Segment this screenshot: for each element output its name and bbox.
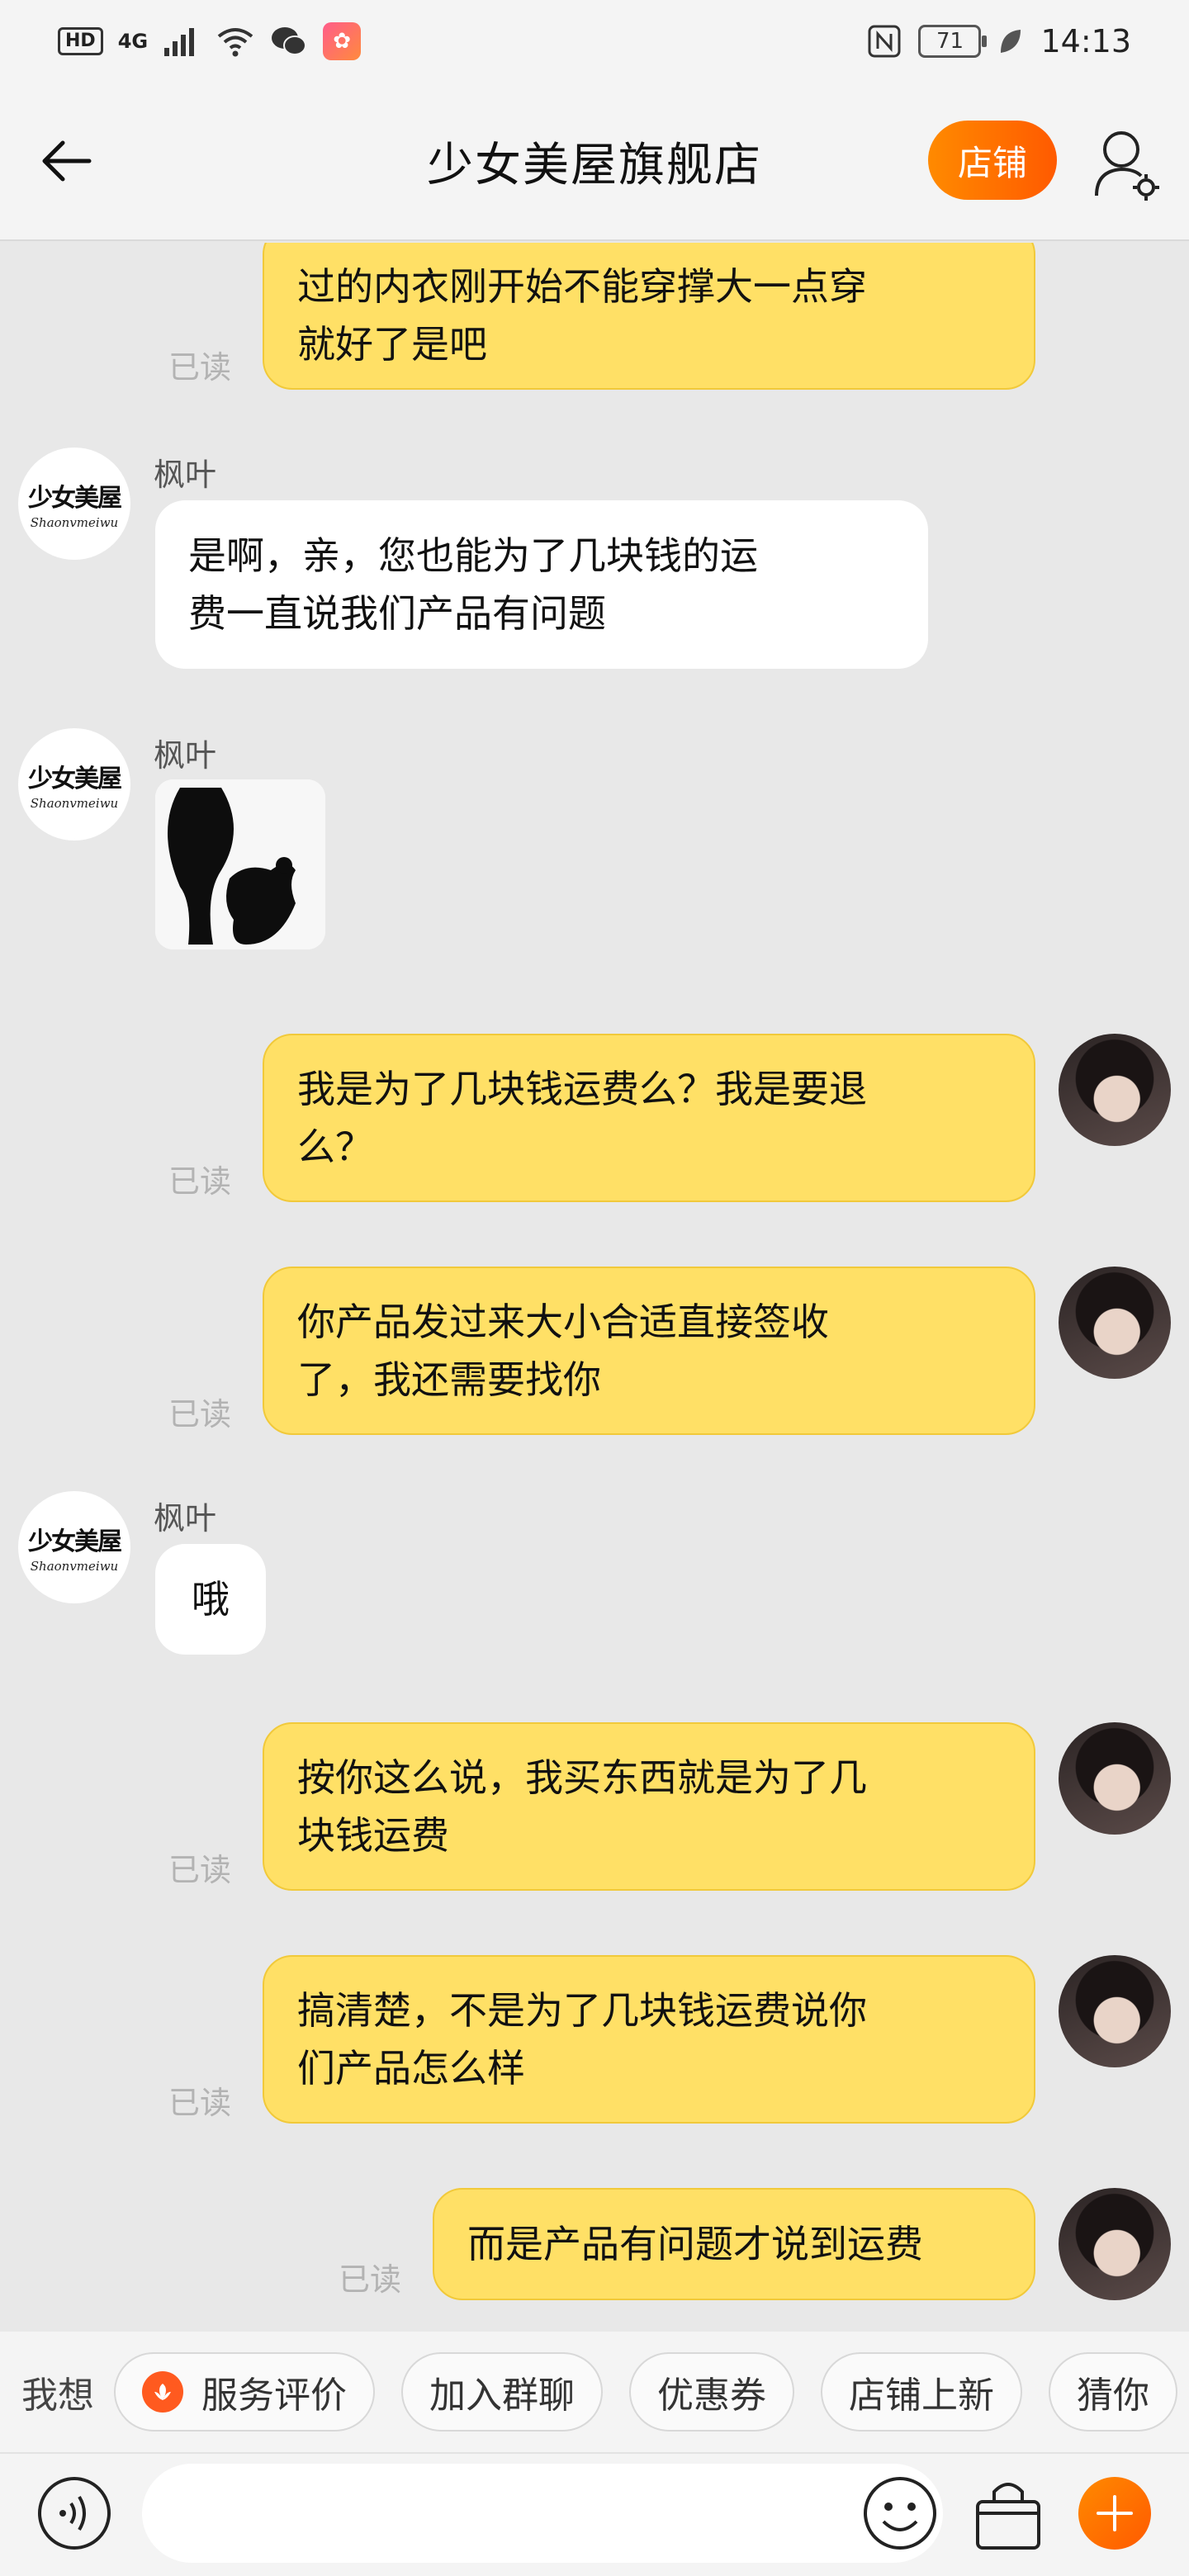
message-text-line: 而是产品有问题才说到运费 [467,2222,923,2266]
quick-reply-bar[interactable]: 我想 服务评价 加入群聊 优惠券 店铺上新 猜你 [0,2332,1189,2452]
sticker-silhouette-icon [155,779,325,949]
read-receipt: 已读 [168,1396,232,1432]
sender-name: 枫叶 [154,1500,217,1537]
shop-avatar[interactable]: 少女美屋 Shaonvmeiwu [18,728,130,841]
read-receipt: 已读 [168,1163,232,1200]
my-avatar[interactable] [1059,1955,1171,2067]
emoji-button[interactable] [860,2474,940,2553]
chip-join-group[interactable]: 加入群聊 [401,2352,603,2432]
message-text-line: 了，我还需要找你 [297,1357,601,1402]
plus-icon [1097,2495,1133,2531]
message-input[interactable] [142,2464,943,2563]
message-bubble-mine[interactable]: 你产品发过来大小合适直接签收 了，我还需要找你 [263,1267,1035,1435]
sender-name: 枫叶 [154,457,217,493]
voice-button[interactable] [36,2475,112,2551]
chip-guess[interactable]: 猜你 [1049,2352,1177,2432]
message-text-line: 我是为了几块钱运费么？我是要退 [297,1067,867,1111]
nfc-icon [868,25,901,58]
app-notification-icon: ✿ [323,22,362,60]
message-text-line: 哦 [192,1577,230,1622]
user-settings-icon [1095,131,1159,201]
sticker-image[interactable] [155,779,325,949]
my-avatar[interactable] [1059,1034,1171,1146]
chip-label: 猜你 [1077,2375,1149,2417]
my-avatar[interactable] [1059,1267,1171,1379]
network-4g-indicator: 4G [118,30,148,53]
shop-logo-subtext: Shaonvmeiwu [30,515,119,530]
chip-new-arrivals[interactable]: 店铺上新 [821,2352,1022,2432]
chip-label: 优惠券 [657,2375,766,2417]
more-button[interactable] [1078,2477,1151,2550]
shop-avatar[interactable]: 少女美屋 Shaonvmeiwu [18,447,130,560]
chip-label: 店铺上新 [849,2375,994,2417]
message-bubble-mine[interactable]: 按你这么说，我买东西就是为了几 块钱运费 [263,1722,1035,1891]
voice-icon [38,2477,111,2550]
message-text-line: 就好了是吧 [297,322,487,367]
shopping-bag-icon [976,2483,1040,2550]
chip-label: 加入群聊 [429,2375,575,2417]
signal-icon [164,28,195,56]
message-bubble-mine[interactable]: 过的内衣刚开始不能穿撑大一点穿 就好了是吧 [263,243,1035,390]
message-text-line: 搞清楚，不是为了几块钱运费说你 [297,1988,867,2033]
message-text-line: 块钱运费 [297,1813,449,1858]
status-bar: HD 4G ✿ 71 14:13 [0,0,1189,83]
product-button[interactable] [971,2474,1045,2553]
message-bubble-theirs[interactable]: 哦 [155,1544,266,1655]
input-bar [0,2452,1189,2576]
message-text-line: 们产品怎么样 [297,2046,525,2091]
shop-avatar[interactable]: 少女美屋 Shaonvmeiwu [18,1491,130,1603]
message-text-line: 过的内衣刚开始不能穿撑大一点穿 [297,264,867,309]
read-receipt: 已读 [168,1852,232,1888]
shop-logo-subtext: Shaonvmeiwu [30,1559,119,1574]
review-icon [142,2371,183,2413]
my-avatar[interactable] [1059,2188,1171,2300]
read-receipt: 已读 [339,2261,402,2298]
profile-settings-button[interactable] [1087,124,1166,203]
arrow-left-icon [42,140,92,182]
shop-button[interactable]: 店铺 [928,121,1057,200]
message-bubble-mine[interactable]: 搞清楚，不是为了几块钱运费说你 们产品怎么样 [263,1955,1035,2124]
clock: 14:13 [1040,23,1131,59]
emoji-icon [864,2477,936,2550]
quick-bar-label: 我想 [21,2375,94,2417]
shop-logo-text: 少女美屋 [28,1527,122,1556]
battery-indicator: 71 [918,25,988,58]
chat-header: 少女美屋旗舰店 店铺 [0,83,1189,241]
message-text-line: 按你这么说，我买东西就是为了几 [297,1755,867,1800]
shop-logo-subtext: Shaonvmeiwu [30,796,119,811]
chip-coupon[interactable]: 优惠券 [629,2352,794,2432]
back-button[interactable] [33,128,99,194]
message-text-line: 么？ [297,1125,373,1169]
message-bubble-theirs[interactable]: 是啊，亲，您也能为了几块钱的运 费一直说我们产品有问题 [155,500,928,669]
chip-label: 服务评价 [201,2375,347,2417]
sender-name: 枫叶 [154,737,217,774]
wifi-icon [217,28,253,57]
hd-indicator: HD [58,27,103,55]
read-receipt: 已读 [168,2085,232,2121]
wechat-icon [272,27,307,55]
chat-message-list[interactable]: 过的内衣刚开始不能穿撑大一点穿 就好了是吧 已读 少女美屋 Shaonvmeiw… [0,243,1189,2332]
my-avatar[interactable] [1059,1722,1171,1835]
message-bubble-mine[interactable]: 而是产品有问题才说到运费 [433,2188,1035,2300]
message-text-line: 你产品发过来大小合适直接签收 [297,1300,829,1344]
read-receipt: 已读 [168,349,232,386]
message-text-line: 费一直说我们产品有问题 [188,591,606,636]
message-bubble-mine[interactable]: 我是为了几块钱运费么？我是要退 么？ [263,1034,1035,1202]
chip-service-review[interactable]: 服务评价 [114,2352,375,2432]
leaf-icon [1001,30,1021,53]
shop-logo-text: 少女美屋 [28,765,122,793]
message-text-line: 是啊，亲，您也能为了几块钱的运 [188,533,758,578]
network-type: 4G [117,30,149,53]
shop-logo-text: 少女美屋 [28,484,122,513]
